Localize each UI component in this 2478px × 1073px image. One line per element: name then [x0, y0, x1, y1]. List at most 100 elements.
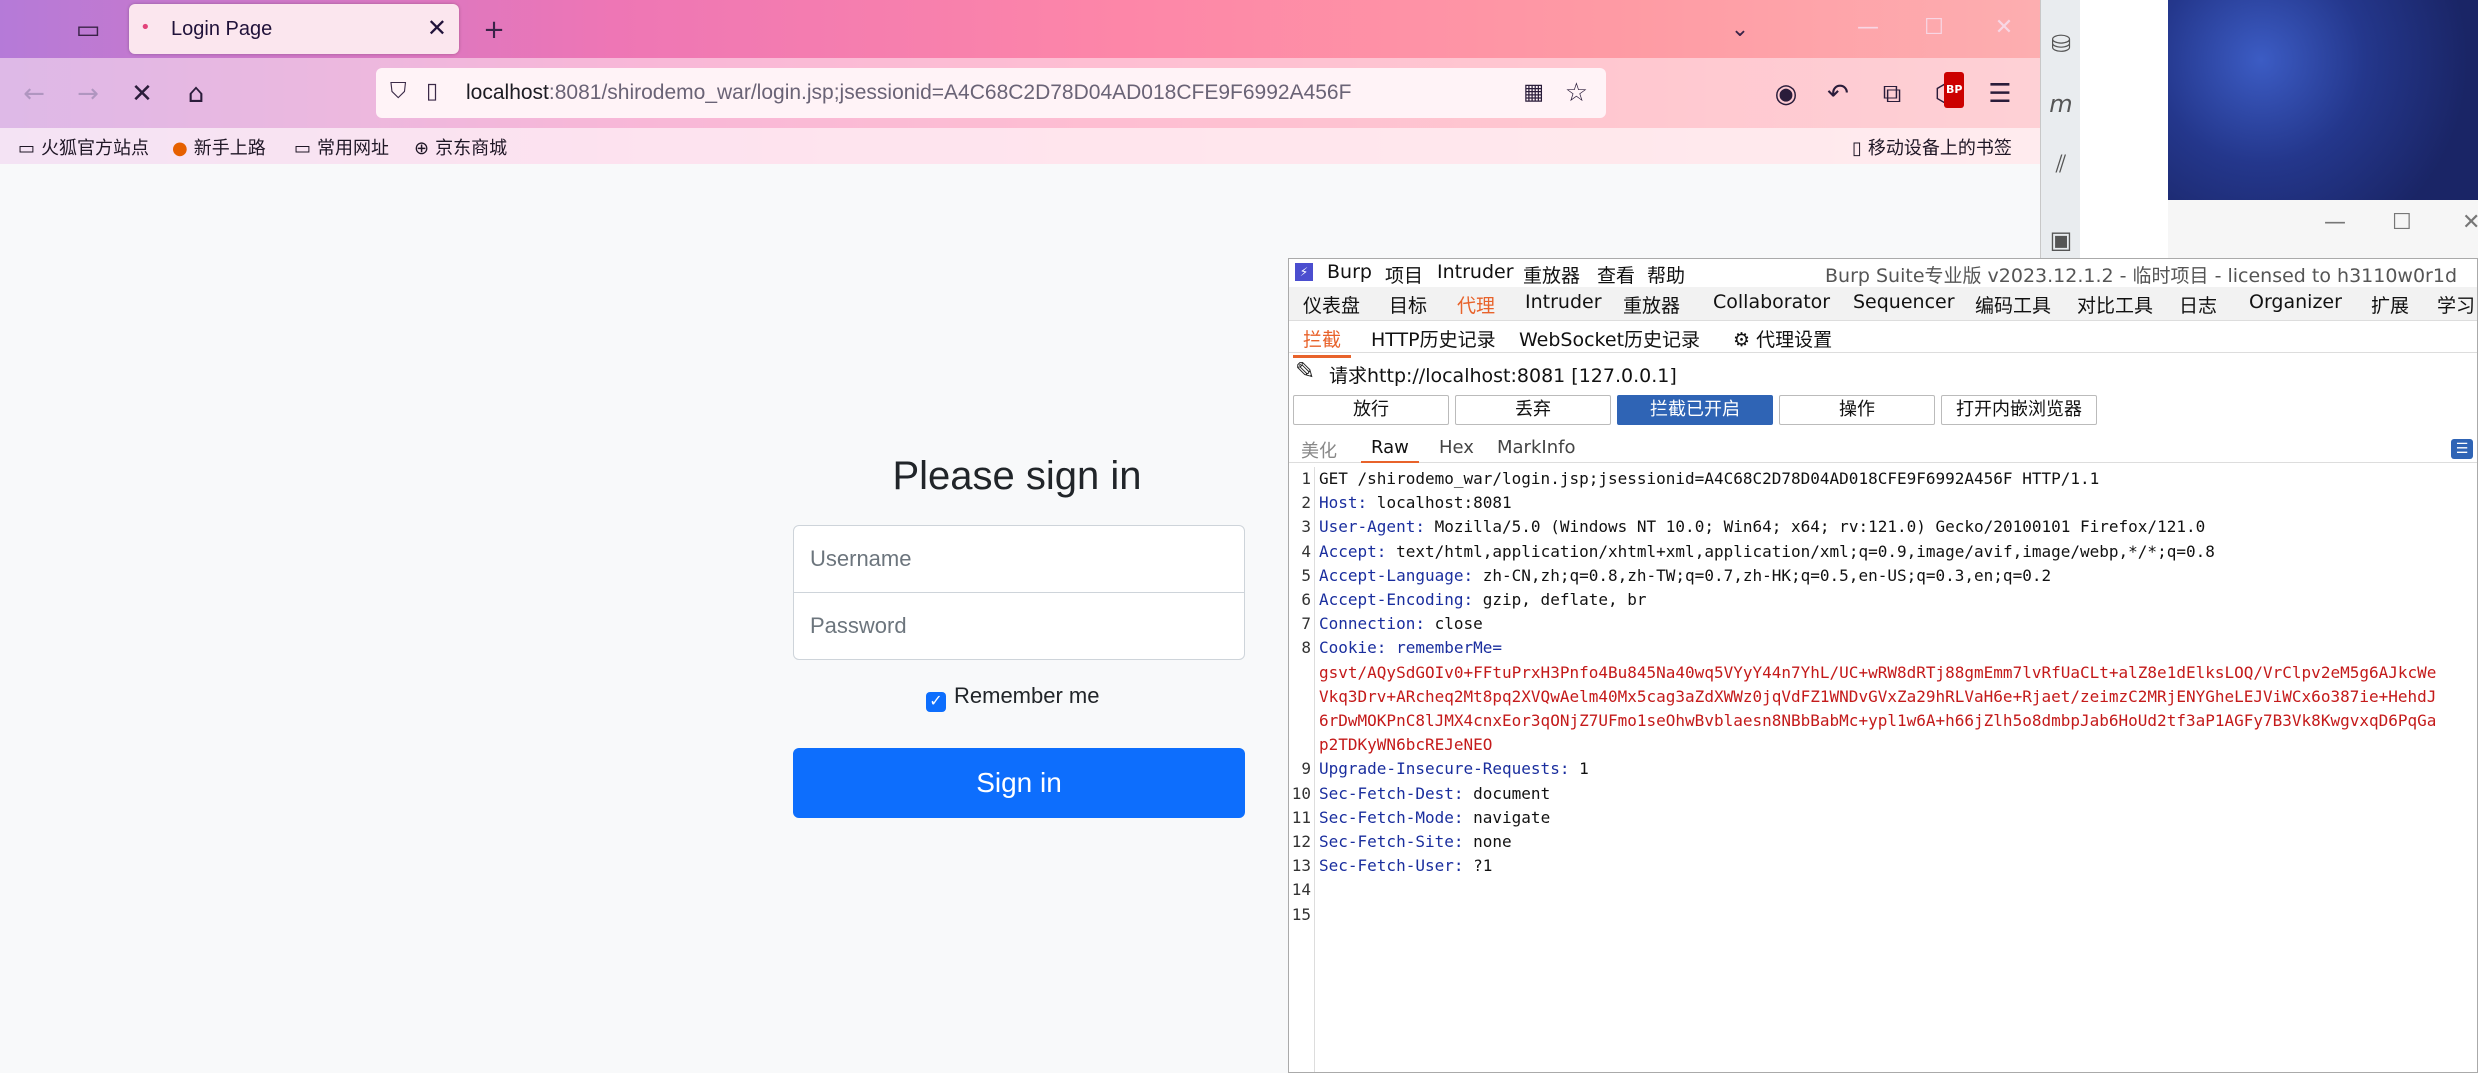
- tab-collaborator[interactable]: Collaborator: [1713, 291, 1830, 313]
- pencil-icon[interactable]: ✎: [1295, 357, 1315, 385]
- account-icon[interactable]: ◉: [1768, 76, 1804, 112]
- tab-intruder[interactable]: Intruder: [1525, 291, 1602, 313]
- menu-view[interactable]: 查看: [1597, 261, 1635, 288]
- forward-button[interactable]: 放行: [1293, 395, 1449, 425]
- request-line[interactable]: Accept-Language: zh-CN,zh;q=0.8,zh-TW;q=…: [1319, 566, 2051, 585]
- view-raw[interactable]: Raw: [1361, 437, 1419, 463]
- tab-login-page[interactable]: • Login Page ✕: [129, 4, 459, 54]
- username-input[interactable]: Username: [793, 525, 1245, 593]
- undo-icon[interactable]: ↶: [1820, 76, 1856, 112]
- cookie-value-line[interactable]: 6rDwMOKPnC8lJMX4cnxEor3qONjZ7UFmo1seOhwB…: [1319, 711, 2436, 730]
- list-tabs-icon[interactable]: ⌄: [1724, 14, 1756, 46]
- request-line[interactable]: Sec-Fetch-User: ?1: [1319, 856, 1492, 875]
- header-value: zh-CN,zh;q=0.8,zh-TW;q=0.7,zh-HK;q=0.5,e…: [1473, 565, 2052, 585]
- folder-icon: ▭: [294, 138, 312, 159]
- url-text[interactable]: localhost:8081/shirodemo_war/login.jsp;j…: [466, 81, 1351, 105]
- remember-me[interactable]: ✓ Remember me: [926, 683, 1099, 712]
- bookmark-folder-1[interactable]: ▭ 火狐官方站点: [18, 134, 149, 160]
- burp-proxy-extension-icon[interactable]: ⬡BP: [1928, 72, 1965, 112]
- menu-burp[interactable]: Burp: [1327, 261, 1372, 283]
- back-icon[interactable]: ←: [16, 76, 52, 112]
- action-button[interactable]: 操作: [1779, 395, 1935, 425]
- drop-button[interactable]: 丢弃: [1455, 395, 1611, 425]
- request-line[interactable]: Connection: close: [1319, 614, 1483, 633]
- tab-organizer[interactable]: Organizer: [2249, 291, 2342, 313]
- home-icon[interactable]: ⌂: [178, 76, 214, 112]
- cookie-value-line[interactable]: p2TDKyWN6bcREJeNEO: [1319, 735, 1492, 754]
- request-editor[interactable]: 1 2 3 4 5 6 7 8 9 10 11 12 13 14 15 GET /shirodemo_war…: [1289, 467, 2477, 1072]
- mobile-bookmarks[interactable]: ▯ 移动设备上的书签: [1852, 134, 2012, 160]
- tab-decoder[interactable]: 编码工具: [1975, 291, 2051, 318]
- tab-learn[interactable]: 学习: [2437, 291, 2475, 318]
- menu-icon[interactable]: ☰: [1982, 76, 2018, 112]
- url-bar[interactable]: ⛉ ▯ localhost:8081/shirodemo_war/login.j…: [376, 68, 1606, 118]
- intercept-toggle-button[interactable]: 拦截已开启: [1617, 395, 1773, 425]
- request-line[interactable]: Host: localhost:8081: [1319, 493, 1512, 512]
- tab-comparer[interactable]: 对比工具: [2077, 291, 2153, 318]
- tab-proxy[interactable]: 代理: [1446, 291, 1506, 324]
- subtab-websocket-history[interactable]: WebSocket历史记录: [1519, 325, 1700, 352]
- checkbox-checked-icon[interactable]: ✓: [926, 692, 946, 712]
- subtab-intercept[interactable]: 拦截: [1292, 325, 1352, 358]
- tab-extensions[interactable]: 扩展: [2371, 291, 2409, 318]
- bookmark-2[interactable]: ● 新手上路: [172, 134, 266, 160]
- wrap-lines-icon[interactable]: ☰: [2451, 439, 2473, 459]
- request-line[interactable]: Sec-Fetch-Mode: navigate: [1319, 808, 1550, 827]
- view-markinfo[interactable]: MarkInfo: [1497, 437, 1575, 458]
- new-tab-icon[interactable]: +: [478, 14, 510, 46]
- view-pretty[interactable]: 美化: [1301, 437, 1337, 463]
- tab-sequencer[interactable]: Sequencer: [1853, 291, 1955, 313]
- request-line[interactable]: Accept: text/html,application/xhtml+xml,…: [1319, 542, 2215, 561]
- open-browser-button[interactable]: 打开内嵌浏览器: [1941, 395, 2097, 425]
- app-letter-icon[interactable]: m: [2047, 90, 2075, 118]
- menu-project[interactable]: 项目: [1385, 261, 1423, 288]
- subtab-proxy-settings[interactable]: ⚙ 代理设置: [1733, 325, 1832, 352]
- menu-help[interactable]: 帮助: [1647, 261, 1685, 288]
- request-line[interactable]: Sec-Fetch-Site: none: [1319, 832, 1512, 851]
- stop-loading-icon[interactable]: ✕: [124, 76, 160, 112]
- request-line[interactable]: User-Agent: Mozilla/5.0 (Windows NT 10.0…: [1319, 517, 2205, 536]
- sign-in-button[interactable]: Sign in: [793, 748, 1245, 818]
- subtab-http-history[interactable]: HTTP历史记录: [1371, 325, 1496, 352]
- tab-target[interactable]: 目标: [1389, 291, 1427, 318]
- tab-repeater[interactable]: 重放器: [1623, 291, 1680, 318]
- tab-logger[interactable]: 日志: [2179, 291, 2217, 318]
- bookmark-star-icon[interactable]: ☆: [1565, 78, 1588, 108]
- password-input[interactable]: Password: [793, 592, 1245, 660]
- forward-icon[interactable]: →: [70, 76, 106, 112]
- page-title: Please sign in: [892, 454, 1142, 498]
- page-info-icon[interactable]: ▯: [426, 79, 438, 104]
- firefox-view-icon[interactable]: ▭: [72, 14, 104, 46]
- maximize-icon[interactable]: ☐: [1914, 12, 1954, 44]
- close-tab-icon[interactable]: ✕: [427, 14, 447, 42]
- bookmark-4[interactable]: ⊕ 京东商城: [414, 134, 507, 160]
- qr-code-icon[interactable]: ▦: [1523, 80, 1544, 105]
- close-window-icon[interactable]: ✕: [1984, 12, 2024, 44]
- header-value: gzip, deflate, br: [1473, 590, 1647, 609]
- menu-intruder[interactable]: Intruder: [1437, 261, 1514, 283]
- close-window-icon[interactable]: ✕: [2462, 210, 2478, 235]
- database-icon[interactable]: ⛁: [2047, 30, 2075, 58]
- request-target: ✎ 请求http://localhost:8081 [127.0.0.1]: [1289, 355, 2477, 389]
- header-value: rememberMe=: [1386, 638, 1503, 658]
- request-line[interactable]: Cookie: rememberMe=: [1319, 638, 1502, 657]
- shield-icon[interactable]: ⛉: [390, 79, 407, 104]
- header-value: document: [1463, 783, 1551, 803]
- tab-dashboard[interactable]: 仪表盘: [1303, 291, 1360, 318]
- line-number: 1: [1301, 469, 1311, 488]
- request-line[interactable]: Sec-Fetch-Dest: document: [1319, 784, 1550, 803]
- request-line[interactable]: Upgrade-Insecure-Requests: 1: [1319, 759, 1589, 778]
- extensions-icon[interactable]: ⧉: [1874, 76, 1910, 112]
- maximize-icon[interactable]: ☐: [2392, 210, 2412, 235]
- cookie-value-line[interactable]: gsvt/AQySdGOIv0+FFtuPrxH3Pnfo4Bu845Na40w…: [1319, 663, 2436, 682]
- font-icon[interactable]: ▣: [2047, 226, 2075, 254]
- chart-icon[interactable]: ⫽: [2047, 150, 2075, 178]
- minimize-icon[interactable]: —: [2324, 210, 2346, 235]
- menu-repeater[interactable]: 重放器: [1523, 261, 1580, 288]
- request-line[interactable]: GET /shirodemo_war/login.jsp;jsessionid=…: [1319, 469, 2099, 488]
- view-hex[interactable]: Hex: [1439, 437, 1474, 458]
- minimize-icon[interactable]: —: [1848, 12, 1888, 44]
- bookmark-folder-3[interactable]: ▭ 常用网址: [294, 134, 389, 160]
- cookie-value-line[interactable]: Vkq3Drv+ARcheq2Mt8pq2XVQwAelm40Mx5cag3aZ…: [1319, 687, 2436, 706]
- request-line[interactable]: Accept-Encoding: gzip, deflate, br: [1319, 590, 1647, 609]
